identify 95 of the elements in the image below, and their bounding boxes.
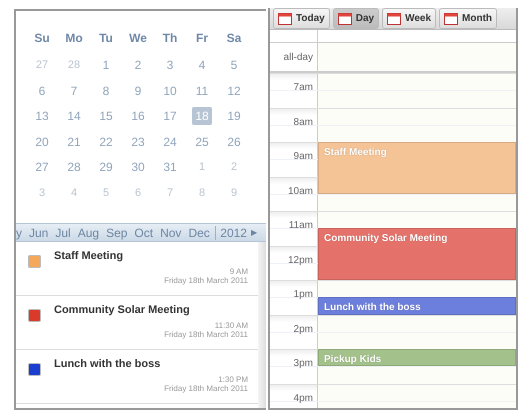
year-link[interactable]: 2012: [215, 226, 251, 240]
calendar-day[interactable]: 25: [186, 134, 218, 149]
event-date: Friday 18th March 2011: [163, 384, 248, 393]
calendar-day[interactable]: 31: [154, 160, 186, 174]
hour-label: 7am: [294, 82, 313, 93]
event-title: Lunch with the boss: [54, 358, 162, 370]
calendar-day[interactable]: 27: [26, 160, 58, 174]
calendar-day[interactable]: 21: [58, 134, 90, 149]
weekday-label: Th: [162, 30, 178, 47]
view-button[interactable]: Week: [382, 8, 436, 29]
calendar-day[interactable]: 11: [186, 84, 218, 98]
all-day-label: all-day: [284, 52, 313, 62]
calendar-day[interactable]: 2: [122, 58, 154, 72]
calendar-day[interactable]: 24: [154, 134, 186, 149]
hour-label: 3pm: [294, 358, 313, 369]
calendar-icon: [387, 12, 402, 24]
hour-label: 10am: [288, 186, 313, 196]
calendar-day[interactable]: 19: [218, 109, 250, 124]
calendar-day[interactable]: 17: [154, 109, 186, 124]
calendar-day[interactable]: 1: [186, 161, 218, 174]
calendar-day[interactable]: 5: [90, 186, 122, 199]
event-block[interactable]: Staff Meeting: [318, 142, 516, 194]
calendar-day[interactable]: 6: [26, 84, 58, 98]
calendar-day[interactable]: 26: [218, 134, 250, 149]
calendar-icon: [338, 12, 352, 24]
calendar-day[interactable]: 12: [218, 84, 250, 98]
calendar-day[interactable]: 18: [192, 107, 212, 126]
calendar-day[interactable]: 8: [186, 186, 218, 199]
hour-label: 4pm: [294, 392, 313, 404]
calendar-day[interactable]: 8: [90, 84, 122, 98]
calendar-day[interactable]: 5: [218, 58, 250, 72]
scrollbar[interactable]: [258, 242, 266, 408]
hour-label: 1pm: [294, 289, 313, 300]
next-arrow[interactable]: ▶: [250, 228, 257, 237]
all-day-slot[interactable]: [318, 43, 516, 71]
weekday-label: Tu: [98, 30, 114, 47]
hour-label: 11am: [288, 220, 313, 231]
event-time: 11:30 AM: [214, 321, 248, 330]
calendar-day[interactable]: 16: [122, 109, 154, 124]
weekday-label: Fr: [195, 30, 209, 47]
event-time: 9 AM: [228, 267, 248, 276]
calendar-day[interactable]: 4: [186, 58, 218, 72]
weekday-label: We: [128, 30, 148, 47]
month-link[interactable]: Jun: [26, 226, 52, 240]
calendar-icon: [444, 12, 458, 24]
calendar-day[interactable]: 2: [218, 161, 250, 174]
calendar-day[interactable]: 23: [122, 134, 154, 149]
event-block[interactable]: Lunch with the boss: [318, 297, 516, 314]
time-slot[interactable]: [318, 281, 516, 298]
month-link[interactable]: Oct: [130, 226, 157, 240]
event-date: Friday 18th March 2011: [163, 276, 248, 285]
calendar-day[interactable]: 15: [90, 109, 122, 124]
hour-label: 9am: [294, 151, 313, 162]
calendar-day[interactable]: 27: [26, 59, 58, 72]
calendar-day[interactable]: 9: [218, 186, 250, 199]
calendar-icon: [278, 12, 292, 24]
calendar-day[interactable]: 9: [122, 84, 154, 98]
calendar-day[interactable]: 20: [26, 134, 58, 149]
calendar-day[interactable]: 3: [26, 186, 58, 199]
month-link[interactable]: Nov: [156, 226, 185, 240]
event-title: Staff Meeting: [54, 250, 124, 262]
weekday-label: Mo: [64, 30, 84, 47]
calendar-day[interactable]: 29: [90, 160, 122, 174]
event-date: Friday 18th March 2011: [163, 330, 248, 339]
calendar-day[interactable]: 10: [154, 84, 186, 98]
weekday-label: Sa: [226, 30, 242, 47]
event-block[interactable]: Pickup Kids: [318, 349, 516, 366]
hour-label: 2pm: [294, 324, 313, 334]
calendar-day[interactable]: 3: [154, 58, 186, 72]
calendar-day[interactable]: 4: [58, 186, 90, 199]
calendar-day[interactable]: 1: [90, 58, 122, 72]
month-link[interactable]: Jul: [52, 226, 74, 240]
view-button[interactable]: Today: [273, 8, 330, 29]
month-link[interactable]: y: [16, 226, 26, 240]
view-button[interactable]: Month: [439, 8, 498, 29]
hour-label: 12pm: [288, 254, 313, 266]
calendar-day[interactable]: 6: [122, 186, 154, 199]
calendar-day[interactable]: 28: [58, 160, 90, 174]
view-button[interactable]: Day: [332, 8, 380, 29]
calendar-day[interactable]: 13: [26, 109, 58, 124]
month-link[interactable]: Sep: [102, 226, 131, 240]
calendar-day[interactable]: 22: [90, 134, 122, 149]
month-link[interactable]: Dec: [184, 226, 214, 240]
event-block[interactable]: Community Solar Meeting: [318, 228, 516, 280]
calendar-day[interactable]: 28: [58, 59, 90, 72]
event-time: 1:30 PM: [217, 375, 248, 384]
month-link[interactable]: Aug: [74, 226, 103, 240]
calendar-day[interactable]: 7: [154, 186, 186, 199]
calendar-day[interactable]: 7: [58, 84, 90, 98]
calendar-day[interactable]: 30: [122, 160, 154, 174]
time-slot[interactable]: [318, 212, 516, 228]
hour-label: 8am: [294, 116, 313, 128]
event-title: Community Solar Meeting: [54, 304, 191, 316]
weekday-label: Su: [33, 30, 51, 47]
calendar-day[interactable]: 14: [58, 109, 90, 124]
